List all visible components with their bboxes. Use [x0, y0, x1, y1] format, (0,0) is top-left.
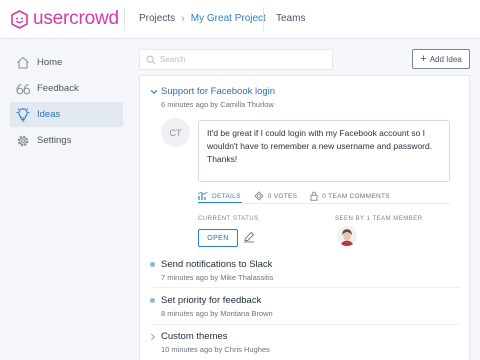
divider: [150, 324, 461, 325]
list-item[interactable]: Set priority for feedback 8 minutes ago …: [150, 295, 460, 318]
status-open-button[interactable]: OPEN: [198, 229, 238, 247]
divider: [124, 8, 125, 31]
author-avatar: CT: [161, 118, 190, 147]
lightbulb-icon: [15, 107, 31, 123]
sidebar-item-label: Feedback: [37, 83, 79, 94]
list-item[interactable]: Send notifications to Slack 7 minutes ag…: [150, 259, 460, 282]
search-input[interactable]: [160, 55, 320, 64]
search-box[interactable]: [139, 49, 333, 70]
ideas-panel: Support for Facebook login 6 minutes ago…: [139, 75, 470, 360]
expanded-idea: Support for Facebook login 6 minutes ago…: [150, 86, 458, 247]
idea-title[interactable]: Support for Facebook login: [161, 86, 275, 97]
idea-title[interactable]: Set priority for feedback: [161, 295, 261, 306]
edit-icon[interactable]: [243, 231, 255, 243]
home-icon: [15, 55, 31, 71]
list-item[interactable]: Custom themes 10 minutes ago by Chris Hu…: [150, 331, 460, 354]
chevron-down-icon[interactable]: [150, 89, 158, 95]
divider: [263, 8, 264, 31]
add-idea-label: Add Idea: [429, 54, 462, 64]
tab-label: 0 VOTES: [267, 192, 298, 200]
tab-label: 0 TEAM COMMENTS: [322, 192, 390, 200]
sidebar-item-settings[interactable]: Settings: [10, 128, 123, 153]
plus-icon: +: [420, 53, 427, 65]
breadcrumb-current-project[interactable]: My Great Project: [191, 13, 266, 24]
breadcrumb-projects[interactable]: Projects: [139, 13, 175, 24]
divider: [198, 203, 450, 204]
idea-tabs: DETAILS 0 VOTES 0 TEAM COMMENTS: [198, 191, 403, 201]
top-bar: usercrowd Projects › My Great Project Te…: [0, 0, 480, 39]
sidebar-item-label: Ideas: [37, 109, 61, 120]
sidebar-item-home[interactable]: Home: [10, 50, 123, 75]
tab-details[interactable]: DETAILS: [198, 191, 241, 201]
logo-icon: [11, 9, 28, 29]
breadcrumb: Projects › My Great Project: [139, 13, 266, 24]
details-icon: [198, 191, 208, 200]
quote-icon: [15, 81, 31, 97]
idea-meta: 8 minutes ago by Montana Brown: [161, 309, 273, 318]
breadcrumb-separator: ›: [181, 12, 185, 25]
idea-header[interactable]: Support for Facebook login: [150, 86, 458, 97]
sidebar-item-label: Home: [37, 57, 63, 68]
idea-body: It'd be great if I could login with my F…: [198, 120, 450, 182]
idea-meta: 10 minutes ago by Chris Hughes: [161, 345, 270, 354]
tab-label: DETAILS: [212, 192, 241, 200]
tab-votes[interactable]: 0 VOTES: [254, 191, 298, 201]
unread-dot: [150, 298, 155, 303]
idea-meta: 6 minutes ago by Camilla Thurlow: [161, 100, 274, 109]
sidebar-item-label: Settings: [37, 135, 72, 146]
idea-title[interactable]: Send notifications to Slack: [161, 259, 272, 270]
search-icon: [146, 55, 156, 64]
sidebar-item-ideas[interactable]: Ideas: [10, 102, 123, 127]
gear-icon: [15, 133, 31, 149]
add-idea-button[interactable]: + Add Idea: [412, 49, 470, 69]
teams-link[interactable]: Teams: [276, 13, 305, 24]
idea-meta: 7 minutes ago by Mike Thalassitis: [161, 273, 274, 282]
brand-name: usercrowd: [33, 8, 119, 29]
unread-dot: [150, 262, 155, 267]
current-status-label: CURRENT STATUS: [198, 216, 259, 222]
tab-team-comments[interactable]: 0 TEAM COMMENTS: [310, 191, 390, 201]
sidebar-item-feedback[interactable]: Feedback: [10, 76, 123, 101]
team-member-avatar: [337, 226, 357, 246]
chevron-right-icon[interactable]: [150, 333, 156, 341]
sidebar: Home Feedback Ideas Settings: [10, 50, 123, 154]
lock-icon: [310, 191, 318, 201]
idea-title[interactable]: Custom themes: [161, 331, 228, 342]
divider: [150, 287, 461, 288]
seen-by-label: SEEN BY 1 TEAM MEMBER: [335, 216, 423, 222]
logo[interactable]: usercrowd: [11, 9, 119, 29]
votes-icon: [254, 191, 264, 201]
